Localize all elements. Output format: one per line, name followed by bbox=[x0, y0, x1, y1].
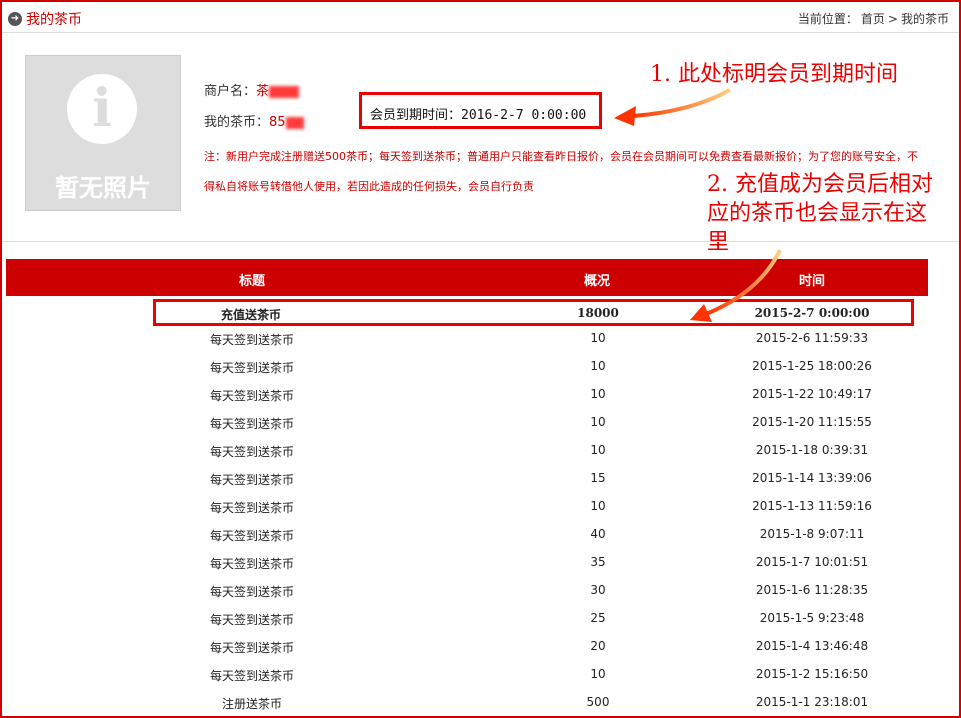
arrow-1-head bbox=[614, 106, 636, 126]
annotation-arrows bbox=[614, 88, 782, 322]
arrow-1 bbox=[631, 88, 731, 118]
arrow-2 bbox=[705, 249, 782, 316]
